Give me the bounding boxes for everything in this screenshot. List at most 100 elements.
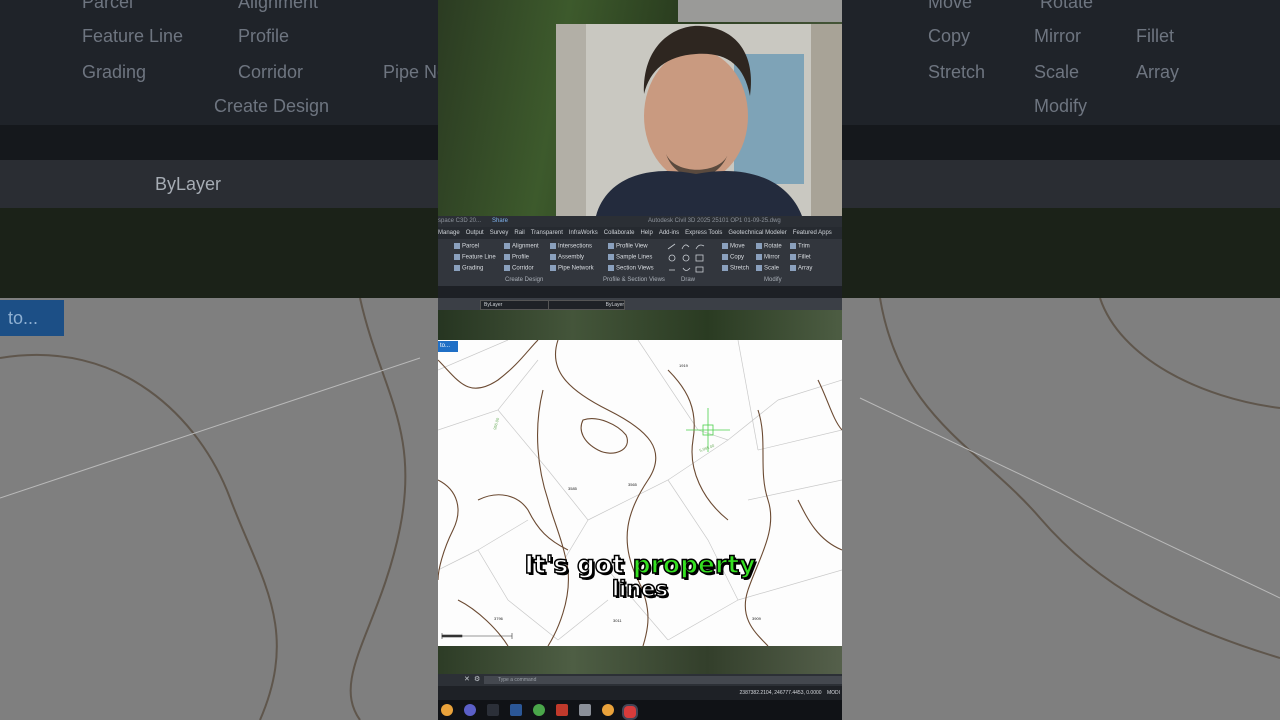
coordinate-readout: 2387382.2104, 246777.4453, 0.0000 MODI [740, 688, 840, 698]
intersections-button[interactable]: Intersections [550, 243, 592, 250]
assembly-icon [550, 254, 556, 260]
grading-button[interactable]: Grading [454, 265, 483, 272]
chrome-icon-2[interactable] [533, 704, 545, 716]
share-button[interactable]: Share [492, 216, 508, 227]
parcel-button[interactable]: Parcel [454, 243, 479, 250]
bg-mirror: Mirror [1034, 26, 1081, 46]
presenter-image [556, 24, 842, 216]
parcel-label-2: 3565 [628, 482, 638, 487]
parcel-label-5: 3011 [613, 618, 622, 623]
caption-highlight-word: property [632, 549, 756, 580]
bg-parcel: Parcel [82, 0, 134, 12]
road [678, 0, 842, 22]
pipe-network-icon [550, 265, 556, 271]
scale-icon [756, 265, 762, 271]
tab-add-ins[interactable]: Add-ins [659, 230, 679, 236]
workspace-switch[interactable]: space C3D 20... [438, 216, 481, 227]
feature-line-icon [454, 254, 460, 260]
contour-elevation-label-2: 5,995.00 [699, 443, 716, 453]
tab-output[interactable]: Output [466, 230, 484, 236]
panel-draw[interactable]: Draw [681, 277, 695, 283]
parcel-icon [454, 243, 460, 249]
profile-view-button[interactable]: Profile View [608, 243, 648, 250]
video-frame: space C3D 20... Share Autodesk Civil 3D … [438, 0, 842, 720]
chrome-icon[interactable] [441, 704, 453, 716]
fillet-icon [790, 254, 796, 260]
pipe-network-button[interactable]: Pipe Network [550, 265, 594, 272]
profile-button[interactable]: Profile [504, 254, 529, 261]
tab-survey[interactable]: Survey [490, 230, 509, 236]
parcel-label-4: 3796 [494, 616, 504, 621]
recorder-icon[interactable] [622, 704, 638, 720]
teams-icon[interactable] [464, 704, 476, 716]
corridor-button[interactable]: Corridor [504, 265, 534, 272]
bg-copy: Copy [928, 26, 971, 46]
move-icon [722, 243, 728, 249]
tab-rail[interactable]: Rail [514, 230, 524, 236]
chrome-icon-3[interactable] [602, 704, 614, 716]
scale-bar [441, 633, 513, 639]
ribbon-gap [438, 286, 842, 298]
panel-modify[interactable]: Modify [764, 277, 782, 283]
assembly-button[interactable]: Assembly [550, 254, 584, 261]
copy-icon [722, 254, 728, 260]
intersections-icon [550, 243, 556, 249]
layer-dropdown[interactable]: ByLayer [480, 300, 549, 310]
array-button[interactable]: Array [790, 265, 812, 272]
copy-button[interactable]: Copy [722, 254, 744, 261]
bg-alignment: Alignment [238, 0, 319, 12]
bg-rotate: Rotate [1040, 0, 1094, 12]
move-button[interactable]: Move [722, 243, 745, 250]
linetype-dropdown[interactable]: ByLayer [548, 300, 625, 310]
bg-array: Array [1136, 62, 1180, 82]
section-views-icon [608, 265, 614, 271]
panel-profile-section-views[interactable]: Profile & Section Views [603, 277, 665, 283]
mirror-button[interactable]: Mirror [756, 254, 780, 261]
ribbon-panel: Parcel Feature Line Grading Alignment Pr… [438, 239, 842, 286]
bg-layer-value: ByLayer [155, 174, 222, 194]
rotate-icon [756, 243, 762, 249]
tab-infraworks[interactable]: InfraWorks [569, 230, 598, 236]
coordinates-value: 2387382.2104, 246777.4453, 0.0000 [739, 690, 822, 696]
sample-lines-icon [608, 254, 614, 260]
bg-corridor: Corridor [238, 62, 304, 82]
command-input[interactable]: Type a command [484, 676, 842, 684]
ribbon-tabs: Manage Output Survey Rail Transparent InfraWo… [438, 227, 842, 239]
grading-icon [454, 265, 460, 271]
panel-create-design[interactable]: Create Design [505, 277, 543, 283]
wrench-icon[interactable]: ⚙ [474, 675, 480, 683]
trim-icon [790, 243, 796, 249]
tab-help[interactable]: Help [640, 230, 652, 236]
model-space-button[interactable]: MODI [827, 690, 840, 696]
caption-text: It's got [524, 549, 625, 580]
bg-stretch: Stretch [928, 62, 986, 82]
aerial-imagery-middle [438, 310, 842, 340]
stretch-button[interactable]: Stretch [722, 265, 749, 272]
scale-button[interactable]: Scale [756, 265, 779, 272]
alignment-button[interactable]: Alignment [504, 243, 539, 250]
rotate-button[interactable]: Rotate [756, 243, 782, 250]
autocad-icon[interactable] [556, 704, 568, 716]
parcel-label-3: 3909 [752, 616, 762, 621]
tab-geotechnical-modeler[interactable]: Geotechnical Modeler [728, 230, 786, 236]
fillet-button[interactable]: Fillet [790, 254, 811, 261]
file-explorer-icon[interactable] [579, 704, 591, 716]
caption-line-2: lines [611, 576, 669, 602]
stretch-icon [722, 265, 728, 271]
properties-toolbar: ByLayer ByLayer [438, 298, 842, 310]
tab-manage[interactable]: Manage [438, 230, 460, 236]
bg-tooltip: to... [0, 300, 64, 336]
tab-featured-apps[interactable]: Featured Apps [793, 230, 832, 236]
section-views-button[interactable]: Section Views [608, 265, 654, 272]
tab-collaborate[interactable]: Collaborate [604, 230, 635, 236]
word-icon[interactable] [510, 704, 522, 716]
sample-lines-button[interactable]: Sample Lines [608, 254, 652, 261]
feature-line-button[interactable]: Feature Line [454, 254, 496, 261]
app-icon[interactable] [487, 704, 499, 716]
close-icon[interactable]: ✕ [464, 675, 470, 683]
bg-panel-modify: Modify [1034, 96, 1088, 116]
tab-express-tools[interactable]: Express Tools [685, 230, 722, 236]
tab-transparent[interactable]: Transparent [531, 230, 563, 236]
draw-tools[interactable] [666, 242, 718, 276]
trim-button[interactable]: Trim [790, 243, 810, 250]
